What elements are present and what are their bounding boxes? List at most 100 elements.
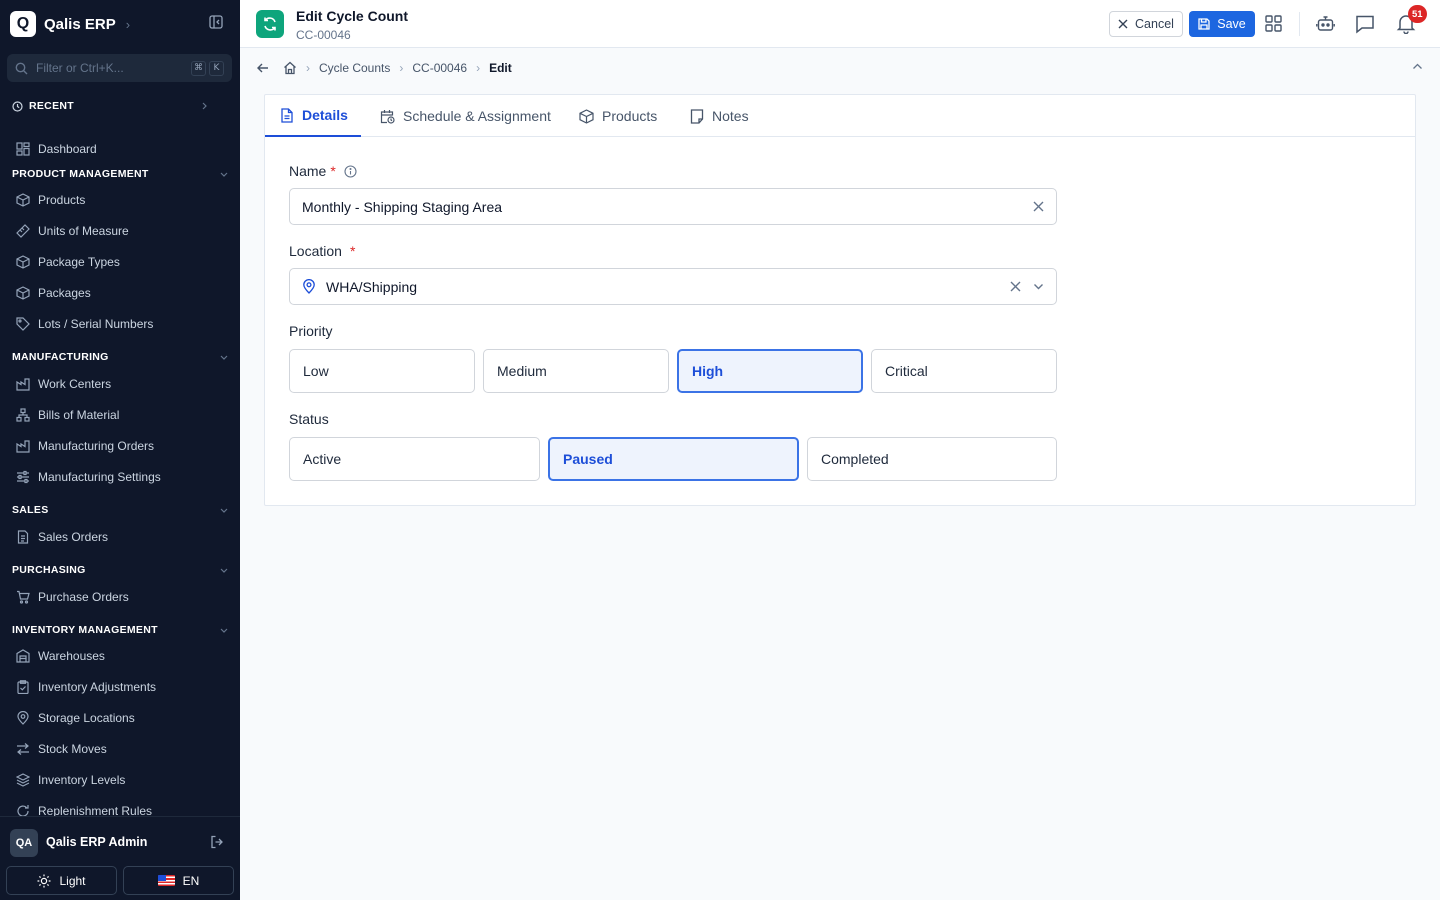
sidebar-item-stock-moves[interactable]: Stock Moves: [16, 740, 107, 758]
close-icon: [1118, 19, 1128, 29]
status-option-paused[interactable]: Paused: [548, 437, 799, 481]
sidebar-item-purchase-orders[interactable]: Purchase Orders: [16, 588, 129, 606]
status-option-active[interactable]: Active: [289, 437, 540, 481]
tab-label: Notes: [712, 108, 749, 124]
sidebar-item-storage-locations[interactable]: Storage Locations: [16, 709, 135, 727]
sidebar-item-inventory-adjustments[interactable]: Inventory Adjustments: [16, 678, 156, 696]
sidebar-filter[interactable]: ⌘ K: [7, 54, 232, 82]
sidebar-item-manufacturing-settings[interactable]: Manufacturing Settings: [16, 468, 161, 486]
sidebar-item-label: Warehouses: [38, 649, 105, 663]
sidebar: Q Qalis ERP › ⌘ K RECENT Dashboard PRODU…: [0, 0, 240, 900]
clock-icon: [12, 100, 23, 112]
tab-label: Schedule & Assignment: [403, 108, 551, 124]
tab-schedule-assignment[interactable]: Schedule & Assignment: [380, 95, 551, 137]
sidebar-item-units-of-measure[interactable]: Units of Measure: [16, 222, 129, 240]
sidebar-item-label: Stock Moves: [38, 742, 107, 756]
tag-icon: [16, 317, 30, 331]
document-icon: [281, 107, 293, 123]
status-option-completed[interactable]: Completed: [807, 437, 1057, 481]
status-label: Status: [289, 411, 329, 427]
filter-input[interactable]: [36, 61, 183, 75]
sidebar-item-inventory-levels[interactable]: Inventory Levels: [16, 771, 125, 789]
chevron-down-icon: [220, 628, 228, 633]
sidebar-item-label: Sales Orders: [38, 530, 109, 544]
sun-icon: [37, 874, 51, 887]
cycle-count-icon: [256, 10, 284, 38]
breadcrumb-item-record[interactable]: CC-00046: [412, 61, 467, 75]
brand[interactable]: Q Qalis ERP ›: [10, 10, 130, 38]
sidebar-item-label: Work Centers: [38, 377, 112, 391]
tab-products[interactable]: Products: [579, 95, 657, 137]
dashboard-icon: [16, 142, 30, 156]
box-icon: [16, 286, 30, 300]
priority-option-medium[interactable]: Medium: [483, 349, 669, 393]
bot-icon[interactable]: [1316, 14, 1335, 33]
sidebar-collapse-icon[interactable]: [209, 15, 223, 29]
keyboard-shortcut: ⌘ K: [191, 60, 224, 76]
sidebar-item-work-centers[interactable]: Work Centers: [16, 375, 111, 393]
section-header-sales[interactable]: SALES: [12, 503, 228, 517]
brand-name: Qalis ERP: [44, 15, 116, 33]
theme-label: Light: [59, 873, 86, 888]
required-marker: *: [330, 163, 336, 179]
section-header-inventory[interactable]: INVENTORY MANAGEMENT: [12, 623, 228, 637]
tab-label: Details: [302, 107, 348, 123]
priority-option-low[interactable]: Low: [289, 349, 475, 393]
section-header-product[interactable]: PRODUCT MANAGEMENT: [12, 167, 228, 181]
theme-toggle-button[interactable]: Light: [6, 866, 117, 895]
sidebar-item-bills-of-material[interactable]: Bills of Material: [16, 406, 119, 424]
sidebar-item-label: Manufacturing Settings: [38, 470, 161, 484]
priority-option-critical[interactable]: Critical: [871, 349, 1057, 393]
form-card: Details Schedule & Assignment Products N…: [264, 94, 1416, 506]
sidebar-item-manufacturing-orders[interactable]: Manufacturing Orders: [16, 437, 154, 455]
language-button[interactable]: EN: [123, 866, 234, 895]
chat-icon[interactable]: [1355, 14, 1375, 34]
sidebar-item-label: Inventory Adjustments: [38, 680, 157, 694]
name-field[interactable]: [289, 188, 1057, 225]
sidebar-item-package-types[interactable]: Package Types: [16, 253, 120, 271]
section-title: SALES: [12, 504, 49, 516]
clipboard-check-icon: [17, 680, 29, 694]
sidebar-item-packages[interactable]: Packages: [16, 284, 91, 302]
breadcrumb-separator: ›: [306, 61, 310, 75]
cancel-button[interactable]: Cancel: [1109, 11, 1183, 37]
sidebar-item-dashboard[interactable]: Dashboard: [16, 140, 97, 158]
tab-notes[interactable]: Notes: [690, 95, 749, 137]
save-button[interactable]: Save: [1189, 11, 1255, 37]
avatar[interactable]: QA: [10, 829, 38, 857]
chevron-right-icon: [202, 102, 207, 110]
recent-section[interactable]: RECENT: [12, 98, 208, 114]
home-icon[interactable]: [283, 61, 297, 75]
info-icon: [344, 164, 357, 178]
save-label: Save: [1217, 17, 1246, 31]
box-icon: [16, 193, 30, 207]
chevron-up-icon[interactable]: [1412, 61, 1423, 72]
section-header-purchasing[interactable]: PURCHASING: [12, 563, 228, 577]
page-subtitle: CC-00046: [296, 28, 351, 42]
factory-icon: [16, 378, 30, 391]
name-label: Name *: [289, 163, 357, 179]
sidebar-item-products[interactable]: Products: [16, 191, 85, 209]
location-select[interactable]: WHA/Shipping: [289, 268, 1057, 305]
map-pin-icon: [17, 711, 29, 725]
name-input[interactable]: [302, 198, 1033, 215]
tab-label: Products: [602, 108, 658, 124]
breadcrumb-current: Edit: [489, 61, 512, 75]
priority-option-high[interactable]: High: [677, 349, 863, 393]
chevron-down-icon: [220, 355, 228, 360]
section-header-manufacturing[interactable]: MANUFACTURING: [12, 350, 228, 364]
sidebar-item-warehouses[interactable]: Warehouses: [16, 647, 105, 665]
sidebar-item-sales-orders[interactable]: Sales Orders: [16, 528, 108, 546]
chevron-down-icon: [220, 568, 228, 573]
tab-details[interactable]: Details: [265, 95, 361, 137]
sidebar-item-lots-serial-numbers[interactable]: Lots / Serial Numbers: [16, 315, 153, 333]
sidebar-item-label: Manufacturing Orders: [38, 439, 155, 453]
breadcrumb-item-cycle-counts[interactable]: Cycle Counts: [319, 61, 390, 75]
back-arrow-icon[interactable]: [256, 61, 270, 75]
location-label-text: Location: [289, 243, 342, 259]
chevron-right-icon: ›: [125, 16, 131, 32]
apps-grid-icon[interactable]: [1265, 15, 1282, 32]
logout-icon[interactable]: [210, 835, 224, 849]
breadcrumb-separator: ›: [476, 61, 481, 75]
calendar-clock-icon: [380, 109, 395, 124]
